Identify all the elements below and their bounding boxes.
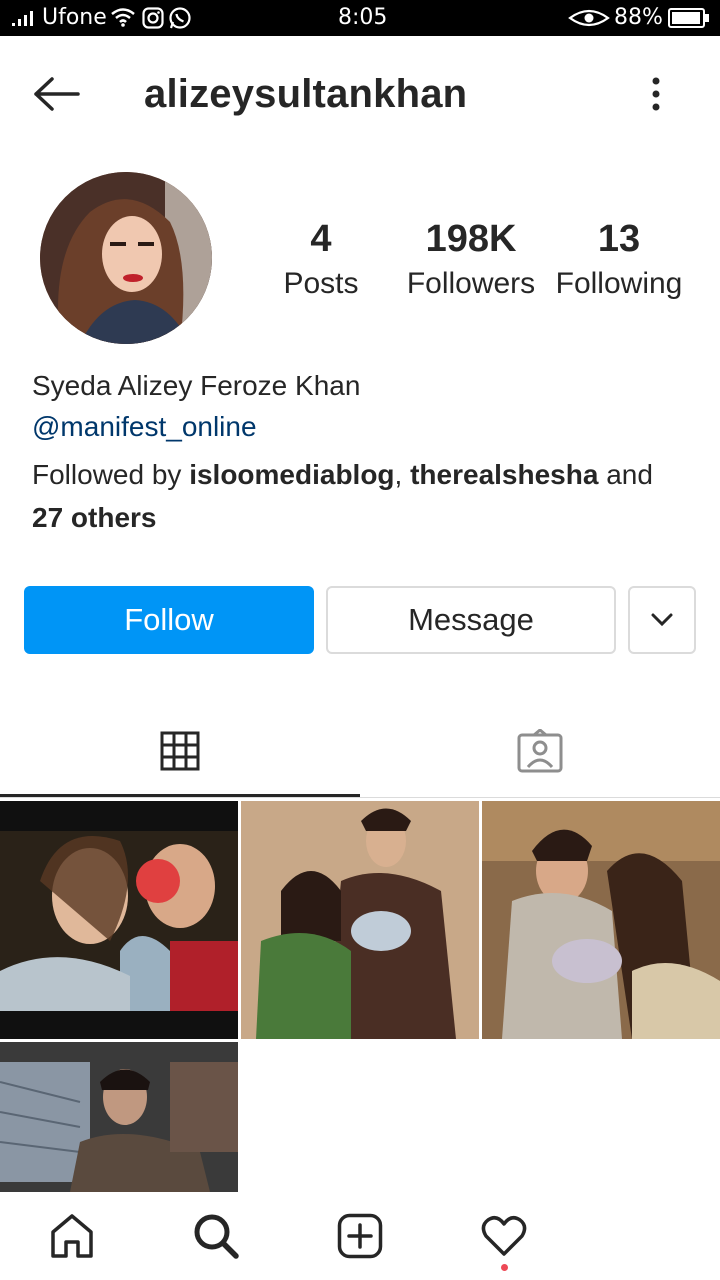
posts-label: Posts	[283, 267, 359, 300]
separator: ,	[394, 459, 411, 490]
suggested-accounts-button[interactable]	[628, 586, 696, 654]
nav-home[interactable]	[32, 1204, 112, 1268]
grid-icon	[160, 731, 200, 771]
post-thumbnail-2[interactable]	[241, 801, 479, 1039]
instagram-icon	[142, 7, 164, 29]
followers-stat[interactable]: 198K Followers	[396, 218, 546, 301]
signal-icon	[12, 11, 33, 26]
nav-search[interactable]	[176, 1204, 256, 1268]
tagged-icon	[517, 729, 563, 773]
post-image	[482, 801, 720, 1039]
status-bar: Ufone 8:05 88%	[0, 0, 720, 36]
follow-button[interactable]: Follow	[24, 586, 314, 654]
back-button[interactable]	[24, 66, 88, 122]
profile-username: alizeysultankhan	[144, 72, 468, 116]
and-text: and	[598, 459, 653, 490]
following-count: 13	[597, 218, 641, 260]
following-label: Following	[555, 267, 683, 300]
carrier-name: Ufone	[42, 5, 107, 30]
tab-tagged[interactable]	[360, 716, 720, 786]
whatsapp-icon	[169, 7, 191, 29]
following-stat[interactable]: 13 Following	[548, 218, 690, 301]
mutual-others: 27 others	[32, 502, 157, 533]
profile-full-name: Syeda Alizey Feroze Khan	[32, 370, 361, 401]
profile-avatar[interactable]	[40, 172, 212, 344]
mutual-follower-2: therealshesha	[410, 459, 599, 490]
bio-link[interactable]: @manifest_online	[32, 411, 257, 443]
post-thumbnail-1[interactable]	[0, 801, 238, 1039]
post-image	[0, 1042, 238, 1192]
notification-dot	[501, 1264, 508, 1271]
followers-count: 198K	[425, 218, 517, 260]
more-options-icon	[652, 77, 660, 111]
post-image	[241, 801, 479, 1039]
posts-stat[interactable]: 4 Posts	[270, 218, 372, 301]
clock: 8:05	[338, 5, 388, 30]
wifi-icon	[111, 8, 135, 27]
more-options-button[interactable]	[630, 66, 682, 122]
post-thumbnail-3[interactable]	[482, 801, 720, 1039]
tabs-divider	[0, 797, 720, 798]
eye-icon	[568, 9, 610, 27]
activity-heart-icon	[481, 1216, 527, 1256]
followed-by-prefix: Followed by	[32, 459, 190, 490]
bottom-nav	[0, 1196, 720, 1280]
new-post-icon	[337, 1213, 383, 1259]
post-image	[0, 801, 238, 1039]
posts-count: 4	[310, 218, 332, 260]
back-arrow-icon	[34, 77, 80, 111]
nav-new-post[interactable]	[320, 1204, 400, 1268]
chevron-down-icon	[651, 613, 673, 627]
nav-activity[interactable]	[464, 1204, 544, 1268]
battery-icon	[668, 8, 709, 28]
mutual-follower-1: isloomediablog	[189, 459, 395, 490]
followed-by-text[interactable]: Followed by isloomediablog, therealshesh…	[32, 453, 702, 539]
message-button[interactable]: Message	[326, 586, 616, 654]
followers-label: Followers	[406, 267, 536, 300]
post-thumbnail-4[interactable]	[0, 1042, 238, 1192]
battery-percent: 88%	[614, 5, 663, 30]
home-icon	[51, 1214, 93, 1258]
search-icon	[194, 1214, 239, 1259]
avatar-photo	[40, 172, 212, 344]
tab-posts-grid[interactable]	[0, 716, 360, 786]
